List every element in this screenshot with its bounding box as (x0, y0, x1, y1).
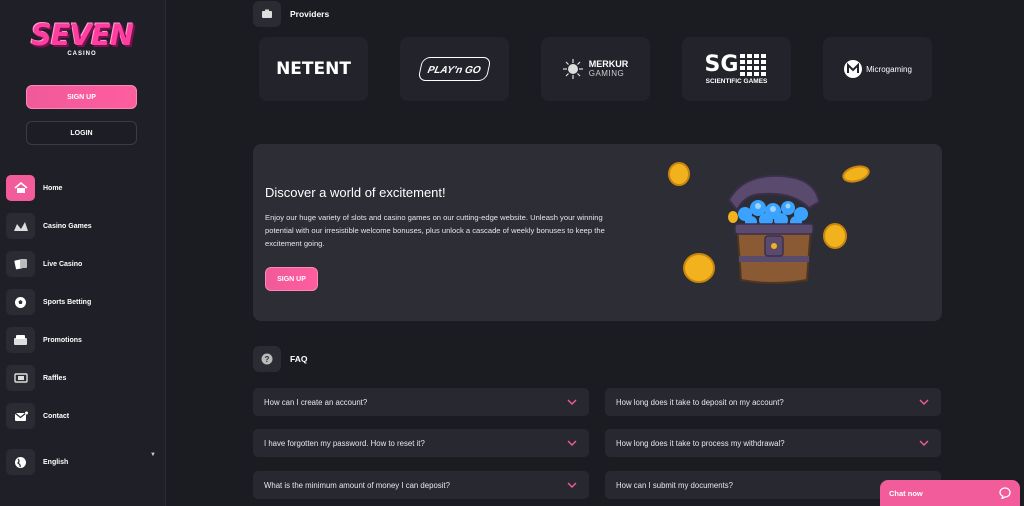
chevron-down-icon (567, 440, 577, 446)
chevron-down-icon (567, 399, 577, 405)
login-button[interactable]: LOGIN (26, 121, 137, 145)
provider-sub: GAMING (588, 69, 625, 78)
globe-icon (6, 449, 35, 475)
language-label: English (43, 458, 69, 466)
chevron-down-icon (919, 440, 929, 446)
sidebar-item-label: Promotions (43, 336, 82, 344)
provider-scientific-games[interactable]: SG SCIENTIFIC GAMES (682, 37, 791, 101)
faq-question: How can I submit my documents? (616, 480, 733, 490)
sidebar-item-casino-games[interactable]: Casino Games (6, 212, 156, 240)
sidebar-item-raffles[interactable]: Raffles (6, 364, 156, 392)
chevron-down-icon (919, 399, 929, 405)
provider-microgaming[interactable]: Microgaming (823, 37, 932, 101)
promotions-icon (6, 327, 35, 353)
chat-widget[interactable]: Chat now (880, 480, 1020, 506)
faq-question: I have forgotten my password. How to res… (264, 438, 425, 448)
sidebar-item-contact[interactable]: Contact (6, 402, 156, 430)
svg-text:?: ? (265, 355, 270, 364)
treasure-chest-illustration (668, 162, 870, 284)
question-icon: ? (253, 346, 281, 372)
banner-text: Enjoy our huge variety of slots and casi… (265, 213, 605, 248)
sidebar: SEVEN CASINO SIGN UP LOGIN Home Casino G… (0, 0, 166, 506)
banner-title: Discover a world of excitement! (265, 185, 446, 200)
provider-name: MERKUR (588, 59, 629, 69)
provider-name: SG (704, 51, 739, 77)
language-selector[interactable]: English (6, 448, 156, 476)
faq-question: How long does it take to deposit on my a… (616, 397, 784, 407)
providers-header: Providers (253, 1, 329, 27)
sidebar-item-live-casino[interactable]: Live Casino (6, 250, 156, 278)
provider-name: Microgaming (866, 64, 912, 74)
faq-question: What is the minimum amount of money I ca… (264, 480, 450, 490)
chat-bubble-icon (999, 487, 1011, 499)
sidebar-item-sports-betting[interactable]: Sports Betting (6, 288, 156, 316)
mail-icon (6, 403, 35, 429)
sidebar-item-label: Sports Betting (43, 298, 92, 306)
playngo-logo: PLAY'n GO (417, 57, 492, 81)
soccer-ball-icon (6, 289, 35, 315)
providers-title: Providers (290, 9, 330, 19)
faq-title: FAQ (290, 354, 308, 364)
cards-icon (6, 251, 35, 277)
signup-button[interactable]: SIGN UP (26, 85, 137, 109)
faq-item[interactable]: How long does it take to deposit on my a… (605, 388, 941, 416)
merkur-sun-icon (562, 59, 583, 79)
sg-grid-icon (740, 53, 767, 76)
sidebar-item-label: Raffles (43, 374, 67, 382)
sidebar-item-promotions[interactable]: Promotions (6, 326, 156, 354)
faq-item[interactable]: What is the minimum amount of money I ca… (253, 471, 589, 499)
home-icon (6, 175, 35, 201)
ticket-icon (6, 365, 35, 391)
faq-item[interactable]: How can I create an account? (253, 388, 589, 416)
sidebar-item-home[interactable]: Home (6, 174, 156, 202)
brand-name: SEVEN (30, 18, 134, 52)
sidebar-item-label: Casino Games (43, 222, 92, 230)
providers-icon (253, 1, 281, 27)
sidebar-item-label: Home (43, 184, 63, 192)
provider-netent[interactable]: NETENT (259, 37, 368, 101)
sidebar-item-label: Contact (43, 412, 70, 420)
provider-merkur[interactable]: MERKUR GAMING (541, 37, 650, 101)
provider-sub: SCIENTIFIC GAMES (705, 77, 768, 85)
faq-header: ? FAQ (253, 346, 307, 372)
provider-name: NETENT (276, 59, 351, 79)
promo-banner: Discover a world of excitement! Enjoy ou… (253, 144, 942, 321)
microgaming-logo-icon (844, 60, 863, 78)
banner-signup-button[interactable]: SIGN UP (265, 267, 318, 291)
faq-item[interactable]: I have forgotten my password. How to res… (253, 429, 589, 457)
brand-logo[interactable]: SEVEN CASINO (26, 20, 138, 62)
sidebar-item-label: Live Casino (43, 260, 83, 268)
faq-question: How can I create an account? (264, 397, 368, 407)
faq-item[interactable]: How long does it take to process my with… (605, 429, 941, 457)
provider-playngo[interactable]: PLAY'n GO (400, 37, 509, 101)
provider-name: PLAY'n GO (426, 65, 482, 76)
chevron-down-icon[interactable]: ▼ (150, 452, 156, 458)
chevron-down-icon (567, 482, 577, 488)
faq-question: How long does it take to process my with… (616, 438, 785, 448)
casino-games-icon (6, 213, 35, 239)
chat-label: Chat now (889, 488, 923, 498)
